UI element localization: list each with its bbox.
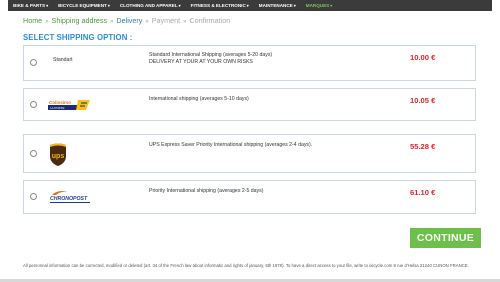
chronopost-logo-icon: CHRONOPOST xyxy=(50,191,90,203)
ups-logo-text: ups xyxy=(52,153,65,160)
radio-button[interactable] xyxy=(30,150,37,157)
caret-down-icon: ▾ xyxy=(46,3,49,8)
top-navigation: BIKE & PARTS▾ BICYCLE EQUIPMENT▾ CLOTHIN… xyxy=(8,0,492,11)
continue-button[interactable]: CONTINUE xyxy=(410,228,481,248)
caret-down-icon: ▾ xyxy=(178,3,181,8)
shipping-option-ups[interactable]: ups UPS Express Saver Priority Internati… xyxy=(23,134,476,173)
nav-item-fitness[interactable]: FITNESS & ELECTRONIC▾ xyxy=(191,3,249,8)
shipping-description: International shipping (averages 5-10 da… xyxy=(149,96,249,102)
nav-item-maintenance[interactable]: MAINTENANCE▾ xyxy=(259,3,296,8)
shipping-description: Priority International shipping (average… xyxy=(149,188,264,194)
breadcrumb-payment: Payment xyxy=(151,16,181,25)
radio-button[interactable] xyxy=(30,101,37,108)
footer-privacy-notice: All personnal information can be correct… xyxy=(23,263,469,268)
nav-item-clothing[interactable]: CLOTHING AND APPAREL▾ xyxy=(120,3,181,8)
breadcrumb: Home» Shipping address» Delivery» Payment» C… xyxy=(23,16,230,25)
chronopost-logo-text: CHRONOPOST xyxy=(50,196,88,202)
nav-item-bicycle-equipment[interactable]: BICYCLE EQUIPMENT▾ xyxy=(58,3,110,8)
breadcrumb-confirmation: Confirmation xyxy=(189,16,231,25)
shipping-option-colissimo[interactable]: Colissimo LA POSTE International shippin… xyxy=(23,88,476,121)
breadcrumb-separator: » xyxy=(183,19,187,25)
breadcrumb-delivery: Delivery xyxy=(116,16,143,25)
shipping-price: 61.10 € xyxy=(410,188,436,197)
description-line: Standard International Shipping (average… xyxy=(149,52,273,58)
shipping-description: Standard International Shipping (average… xyxy=(149,52,272,66)
carrier-name: Standart xyxy=(53,57,73,63)
description-line: DELIVERY AT YOUR AT YOUR OWN RISKS xyxy=(149,59,253,65)
shipping-description: UPS Express Saver Priority International… xyxy=(149,142,313,148)
nav-item-bike-parts[interactable]: BIKE & PARTS▾ xyxy=(13,3,48,8)
caret-down-icon: ▾ xyxy=(107,3,110,8)
colissimo-logo-icon: Colissimo LA POSTE xyxy=(48,100,90,110)
shipping-price: 55.28 € xyxy=(410,142,436,151)
ups-logo-icon: ups xyxy=(50,143,66,166)
caret-down-icon: ▾ xyxy=(293,3,296,8)
radio-button[interactable] xyxy=(30,193,37,200)
breadcrumb-separator: » xyxy=(45,19,49,25)
nav-item-marques[interactable]: MARQUES▾ xyxy=(306,3,333,8)
breadcrumb-home[interactable]: Home xyxy=(23,16,42,25)
shipping-price: 10.00 € xyxy=(410,53,436,62)
colissimo-logo-text: Colissimo xyxy=(49,100,71,105)
radio-button[interactable] xyxy=(30,59,37,66)
breadcrumb-separator: » xyxy=(110,19,114,25)
shipping-price: 10.05 € xyxy=(410,96,436,105)
shipping-option-standard[interactable]: Standart Standard International Shipping… xyxy=(23,45,476,81)
colissimo-logo-subtext: LA POSTE xyxy=(50,106,65,110)
shipping-option-chronopost[interactable]: CHRONOPOST Priority International shippi… xyxy=(23,180,476,214)
caret-down-icon: ▾ xyxy=(246,3,249,8)
section-title: SELECT SHIPPING OPTION : xyxy=(23,33,133,42)
caret-down-icon: ▾ xyxy=(330,3,333,8)
breadcrumb-separator: » xyxy=(145,19,149,25)
breadcrumb-shipping-address[interactable]: Shipping address xyxy=(52,16,108,25)
